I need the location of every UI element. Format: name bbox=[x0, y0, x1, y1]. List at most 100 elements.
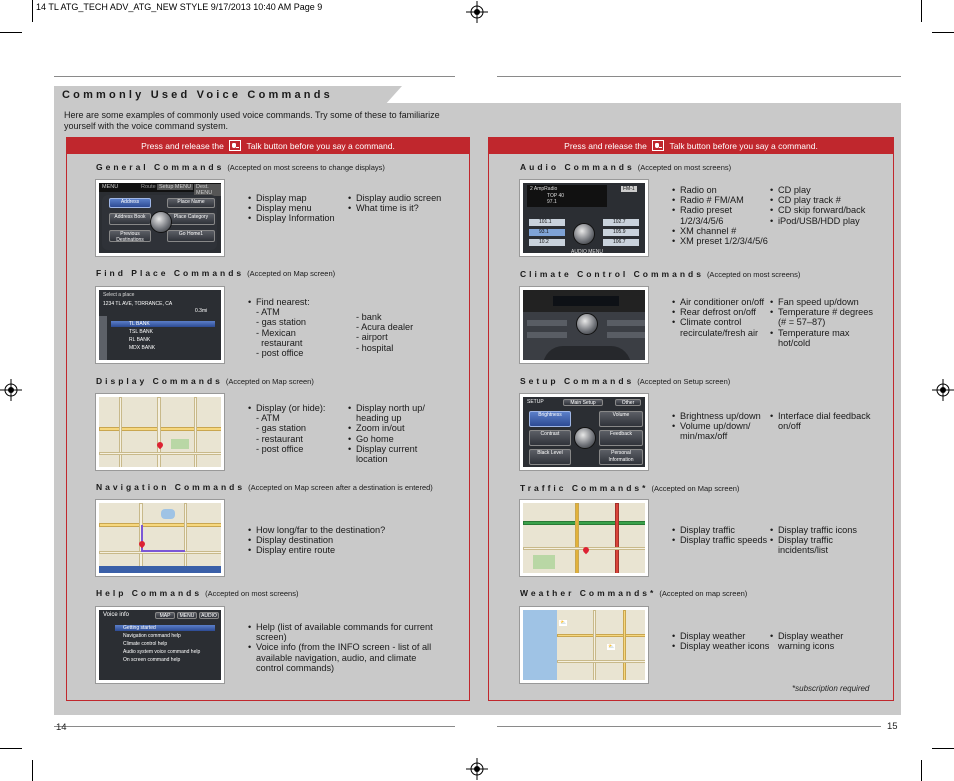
bullet-item: Display traffic speeds bbox=[672, 535, 770, 545]
display-commands-col2: Display north up/ heading up Zoom in/out… bbox=[348, 403, 448, 464]
sub-item: - gas station bbox=[256, 317, 307, 328]
bullet-item: Air conditioner on/off bbox=[672, 297, 770, 307]
screen-row: MDX BANK bbox=[129, 345, 156, 351]
crop-mark bbox=[0, 32, 22, 33]
find-commands-col1: Find nearest: - ATM - gas station - Mexi… bbox=[248, 297, 350, 358]
bullet-item: What time is it? bbox=[348, 203, 458, 213]
sub-item: - bank bbox=[356, 312, 382, 322]
bullet-item: How long/far to the destination? bbox=[248, 525, 423, 535]
general-commands-col1: Display map Display menu Display Informa… bbox=[248, 193, 346, 224]
subscription-footnote: *subscription required bbox=[792, 684, 870, 693]
bullet-item: Go home bbox=[348, 434, 448, 444]
bullet-item: Rear defrost on/off bbox=[672, 307, 770, 317]
sub-item: - ATM bbox=[256, 413, 280, 424]
traffic-commands-col2: Display traffic icons Display traffic in… bbox=[770, 525, 878, 556]
crop-mark bbox=[32, 0, 33, 22]
screen-row: Getting started bbox=[115, 625, 215, 631]
sub-item: - post office bbox=[256, 348, 304, 359]
section-title-display: Display Commands (Accepted on Map screen) bbox=[96, 376, 314, 386]
screen-previous-destinations-button: Previous Destinations bbox=[109, 230, 151, 243]
interface-dial-icon bbox=[573, 223, 595, 245]
navigation-commands: How long/far to the destination? Display… bbox=[248, 525, 423, 556]
registration-mark-icon bbox=[0, 379, 22, 401]
bullet-item: Display (or hide): bbox=[248, 403, 350, 413]
panel-header-text: Press and release the bbox=[564, 141, 647, 151]
bullet-item: CD play bbox=[770, 185, 878, 195]
screen-go-home-button: Go Home1 bbox=[167, 230, 215, 242]
interface-dial-icon bbox=[150, 211, 172, 233]
title-tab-slope bbox=[384, 86, 402, 106]
sub-item: - Mexican bbox=[256, 327, 296, 338]
bullet-item: Display audio screen bbox=[348, 193, 458, 203]
bullet-item: Find nearest: bbox=[248, 297, 350, 307]
section-title-help: Help Commands (Accepted on most screens) bbox=[96, 588, 299, 598]
bullet-item: Fan speed up/down bbox=[770, 297, 878, 307]
bullet-item: Climate control recirculate/fresh air bbox=[672, 317, 770, 337]
top-rule-right bbox=[497, 76, 901, 77]
panel-header: Press and release the Talk button before… bbox=[489, 138, 893, 154]
setup-commands-col2: Interface dial feedback on/off bbox=[770, 411, 874, 431]
screen-route-map-image bbox=[96, 500, 224, 576]
traffic-commands-col1: Display traffic Display traffic speeds bbox=[672, 525, 770, 546]
page-title: Commonly Used Voice Commands bbox=[62, 89, 333, 101]
crop-mark bbox=[921, 0, 922, 22]
section-title-traffic: Traffic Commands* (Accepted on Map screen… bbox=[520, 483, 740, 493]
bullet-item: Help (list of available commands for cur… bbox=[248, 622, 438, 642]
screen-menu-image: MENU Route Setup MENU Dest. MENU Address… bbox=[96, 180, 224, 256]
sub-item: - Acura dealer bbox=[356, 322, 414, 333]
section-title-climate: Climate Control Commands (Accepted on mos… bbox=[520, 269, 801, 279]
screen-feedback-button: Feedback bbox=[599, 430, 643, 446]
print-header: 14 TL ATG_TECH ADV_ATG_NEW STYLE 9/17/20… bbox=[36, 2, 323, 12]
screen-row: Climate control help bbox=[123, 641, 168, 647]
talk-button-icon bbox=[652, 140, 665, 152]
sub-item: - post office bbox=[256, 443, 304, 454]
screen-setup-image: SETUP Main Setup Other Brightness Volume… bbox=[520, 394, 648, 470]
page-number-left: 14 bbox=[56, 722, 67, 733]
bullet-item: XM preset 1/2/3/4/5/6 bbox=[672, 236, 770, 246]
screen-climate-panel-image bbox=[520, 287, 648, 363]
screen-menu-bar: MENU Route Setup MENU Dest. MENU bbox=[99, 183, 221, 196]
bullet-item: iPod/USB/HDD play bbox=[770, 216, 878, 226]
interface-dial-icon bbox=[574, 427, 596, 449]
bullet-item: Volume up/down/ min/max/off bbox=[672, 421, 772, 441]
screen-volume-button: Volume bbox=[599, 411, 643, 427]
bullet-item: Radio preset 1/2/3/4/5/6 bbox=[672, 205, 770, 225]
bullet-item: Radio # FM/AM bbox=[672, 195, 770, 205]
screen-place-name-button: Place Name bbox=[167, 198, 215, 208]
climate-commands-col2: Fan speed up/down Temperature # degrees … bbox=[770, 297, 878, 348]
bullet-item: Temperature # degrees (# = 57–87) bbox=[770, 307, 878, 327]
sub-item: - gas station bbox=[256, 423, 307, 434]
bullet-item: Display menu bbox=[248, 203, 346, 213]
general-commands-col2: Display audio screen What time is it? bbox=[348, 193, 458, 214]
audio-commands-col1: Radio on Radio # FM/AM Radio preset 1/2/… bbox=[672, 185, 770, 246]
bullet-item: CD skip forward/back bbox=[770, 205, 878, 215]
registration-mark-icon bbox=[466, 758, 488, 780]
screen-row: Audio system voice command help bbox=[123, 649, 201, 655]
crop-mark bbox=[32, 760, 33, 781]
bullet-item: Display map bbox=[248, 193, 346, 203]
screen-address-book-button: Address Book bbox=[109, 213, 151, 225]
bullet-item: Interface dial feedback on/off bbox=[770, 411, 874, 431]
setup-commands-col1: Brightness up/down Volume up/down/ min/m… bbox=[672, 411, 772, 442]
weather-commands-col2: Display weather warning icons bbox=[770, 631, 878, 651]
bullet-item: Display Information bbox=[248, 213, 346, 223]
talk-button-icon bbox=[229, 140, 242, 152]
bullet-item: Display weather bbox=[672, 631, 770, 641]
bullet-item: Voice info (from the INFO screen - list … bbox=[248, 642, 438, 673]
sub-item: - hospital bbox=[356, 342, 394, 353]
intro-text: Here are some examples of commonly used … bbox=[64, 110, 440, 131]
bullet-item: Display traffic bbox=[672, 525, 770, 535]
sub-item: - restaurant bbox=[256, 433, 303, 444]
bullet-item: Display current location bbox=[348, 444, 448, 464]
bullet-item: Display traffic icons bbox=[770, 525, 878, 535]
section-title-find-place: Find Place Commands (Accepted on Map scre… bbox=[96, 268, 336, 278]
climate-commands-col1: Air conditioner on/off Rear defrost on/o… bbox=[672, 297, 770, 338]
bottom-rule-right bbox=[497, 726, 881, 727]
section-title-audio: Audio Commands (Accepted on most screens) bbox=[520, 162, 732, 172]
bullet-item: Display weather icons bbox=[672, 641, 770, 651]
section-title-general: General Commands (Accepted on most screen… bbox=[96, 162, 385, 172]
sub-item: - ATM bbox=[256, 307, 280, 318]
screen-voice-info-image: Voice info MAP MENU AUDIO Getting starte… bbox=[96, 607, 224, 683]
screen-contrast-button: Contrast bbox=[529, 430, 571, 446]
screen-find-place-image: Select a place 1234 TL AVE, TORRANCE, CA… bbox=[96, 287, 224, 363]
